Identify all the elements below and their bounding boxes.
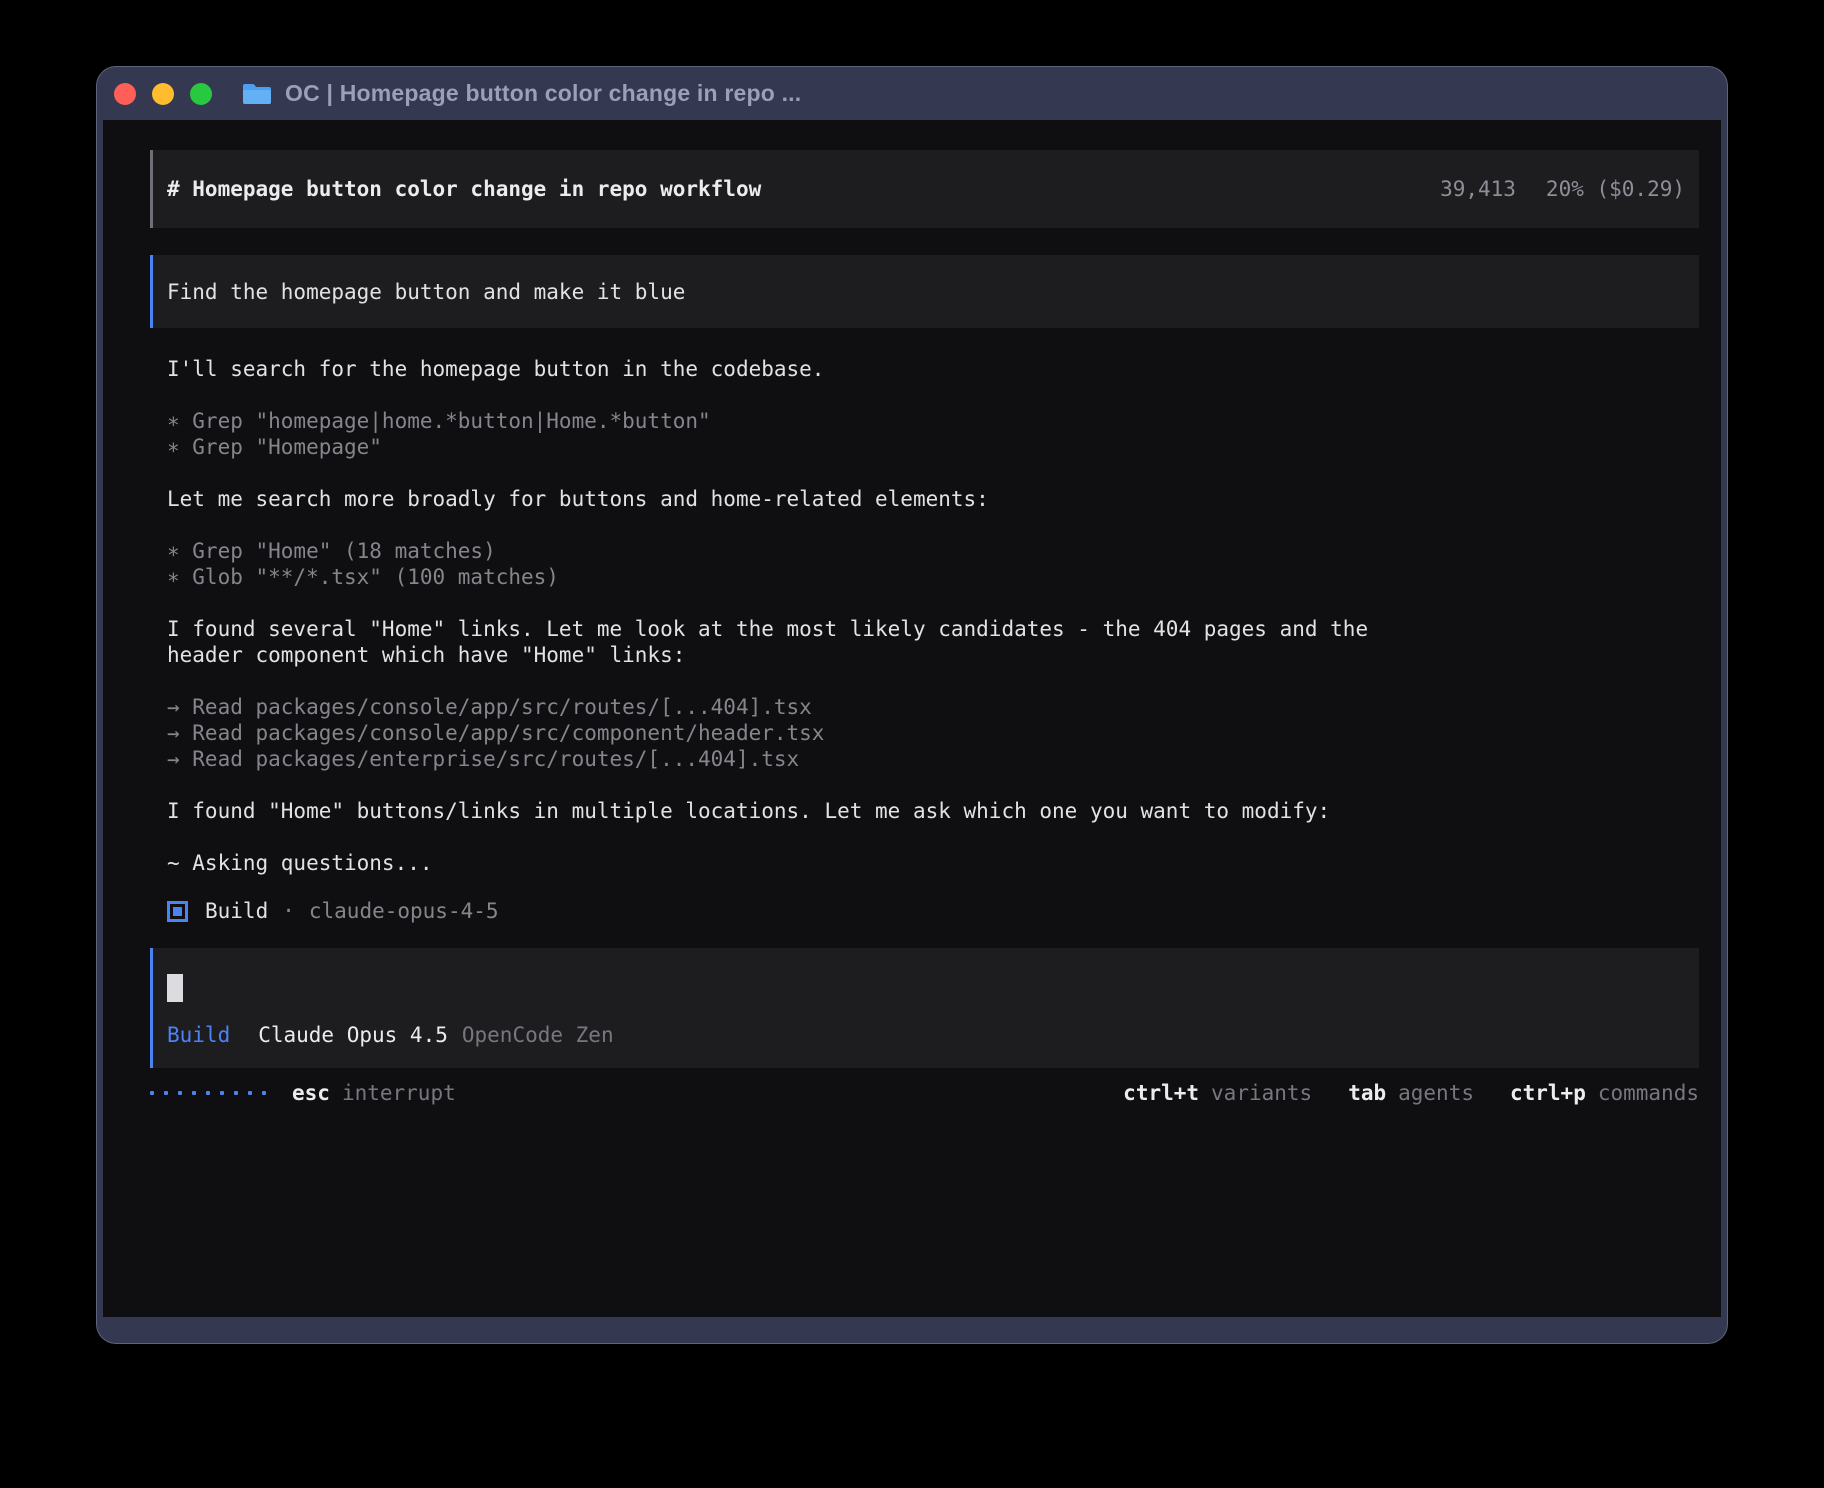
token-count: 39,413	[1440, 176, 1516, 202]
blank-line	[167, 460, 1699, 486]
titlebar[interactable]: OC | Homepage button color change in rep…	[97, 67, 1727, 120]
blank-line	[167, 824, 1699, 850]
agent-separator: ·	[282, 898, 295, 924]
maximize-button[interactable]	[190, 83, 212, 105]
text-cursor	[167, 974, 183, 1002]
minimize-button[interactable]	[152, 83, 174, 105]
blank-line	[167, 382, 1699, 408]
tool-call-grep: ∗ Grep "Home" (18 matches)	[167, 538, 1699, 564]
square-in-square-icon	[167, 901, 188, 922]
close-button[interactable]	[114, 83, 136, 105]
assistant-text: I found "Home" buttons/links in multiple…	[167, 798, 1699, 824]
window-footer	[97, 1317, 1727, 1343]
shortcut-key: esc	[292, 1080, 330, 1106]
agent-name: Build	[205, 898, 268, 924]
shortcut-agents: tab agents	[1348, 1080, 1474, 1106]
shortcut-label: commands	[1598, 1080, 1699, 1106]
terminal-content: # Homepage button color change in repo w…	[103, 120, 1721, 1317]
shortcut-key: tab	[1348, 1080, 1386, 1106]
tool-call-read: → Read packages/console/app/src/componen…	[167, 720, 1699, 746]
spinner-dots-icon	[150, 1091, 266, 1095]
shortcut-commands: ctrl+p commands	[1510, 1080, 1699, 1106]
session-meta: 39,413 20% ($0.29)	[1440, 176, 1685, 202]
assistant-text: Let me search more broadly for buttons a…	[167, 486, 1699, 512]
tool-call-read: → Read packages/console/app/src/routes/[…	[167, 694, 1699, 720]
folder-icon	[242, 82, 272, 106]
assistant-text: header component which have "Home" links…	[167, 642, 1699, 668]
status-bar-right: ctrl+t variants tab agents ctrl+p comman…	[1123, 1080, 1699, 1106]
assistant-status-text: ~ Asking questions...	[167, 850, 1699, 876]
status-bar: esc interrupt ctrl+t variants tab agents…	[150, 1080, 1699, 1106]
prompt-input[interactable]: Build Claude Opus 4.5 OpenCode Zen	[150, 948, 1699, 1068]
blank-line	[167, 772, 1699, 798]
assistant-text: I found several "Home" links. Let me loo…	[167, 616, 1699, 642]
session-title: # Homepage button color change in repo w…	[167, 176, 761, 202]
traffic-lights	[114, 83, 212, 105]
session-header: # Homepage button color change in repo w…	[150, 150, 1699, 228]
assistant-text: I'll search for the homepage button in t…	[167, 356, 1699, 382]
shortcut-variants: ctrl+t variants	[1123, 1080, 1312, 1106]
blank-line	[167, 512, 1699, 538]
blank-line	[167, 590, 1699, 616]
user-message: Find the homepage button and make it blu…	[150, 255, 1699, 328]
tool-call-grep: ∗ Grep "homepage|home.*button|Home.*butt…	[167, 408, 1699, 434]
tool-call-read: → Read packages/enterprise/src/routes/[.…	[167, 746, 1699, 772]
input-model-label[interactable]: Claude Opus 4.5	[258, 1022, 448, 1048]
shortcut-interrupt: esc interrupt	[292, 1080, 456, 1106]
blank-line	[167, 668, 1699, 694]
shortcut-key: ctrl+t	[1123, 1080, 1199, 1106]
shortcut-label: variants	[1211, 1080, 1312, 1106]
window-title: OC | Homepage button color change in rep…	[285, 80, 801, 107]
input-provider-label: OpenCode Zen	[462, 1022, 614, 1048]
tool-call-glob: ∗ Glob "**/*.tsx" (100 matches)	[167, 564, 1699, 590]
terminal-window: OC | Homepage button color change in rep…	[96, 66, 1728, 1344]
agent-status-row: Build · claude-opus-4-5	[150, 898, 1699, 924]
shortcut-key: ctrl+p	[1510, 1080, 1586, 1106]
tool-call-grep: ∗ Grep "Homepage"	[167, 434, 1699, 460]
input-meta: Build Claude Opus 4.5 OpenCode Zen	[167, 1022, 1685, 1048]
input-agent-label[interactable]: Build	[167, 1022, 230, 1048]
agent-model: claude-opus-4-5	[309, 898, 499, 924]
shortcut-label: agents	[1398, 1080, 1474, 1106]
context-usage: 20% ($0.29)	[1546, 176, 1685, 202]
transcript: I'll search for the homepage button in t…	[150, 356, 1699, 876]
shortcut-label: interrupt	[342, 1080, 456, 1106]
